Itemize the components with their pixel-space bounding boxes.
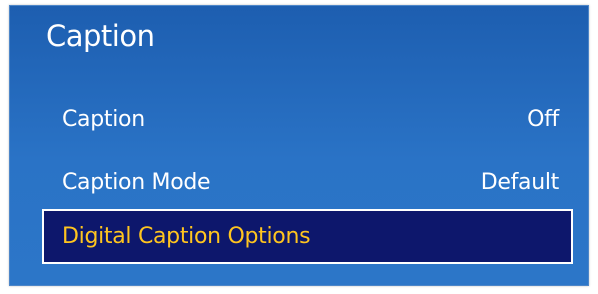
menu-item-label: Caption Mode <box>62 170 211 195</box>
menu-item-label: Digital Caption Options <box>62 224 311 249</box>
menu-item-caption[interactable]: Caption Off <box>42 92 573 147</box>
menu-item-value: Off <box>527 107 559 132</box>
menu-item-caption-mode[interactable]: Caption Mode Default <box>42 155 573 210</box>
menu-item-label: Caption <box>62 107 145 132</box>
menu-title: Caption <box>46 19 155 53</box>
caption-menu-panel: Caption Caption Off Caption Mode Default… <box>9 5 589 286</box>
menu-item-value: Default <box>480 170 560 195</box>
menu-item-digital-caption-options[interactable]: Digital Caption Options <box>42 209 573 264</box>
